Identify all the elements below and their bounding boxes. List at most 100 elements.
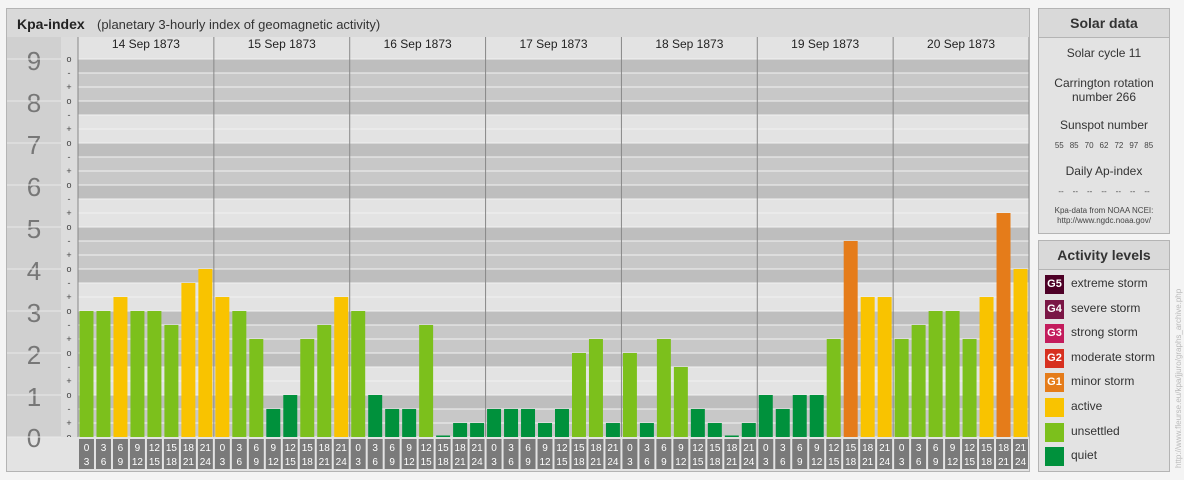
sub-tick-label: o: [66, 306, 71, 316]
sub-tick-label: +: [66, 166, 71, 176]
kp-bar: [538, 423, 552, 437]
interval-start-label: 9: [406, 443, 412, 454]
kp-bar: [894, 339, 909, 437]
sunspot-value: 55: [1054, 141, 1064, 150]
kp-bar: [792, 395, 807, 437]
interval-end-label: 18: [302, 457, 314, 468]
solar-data-panel: Solar data Solar cycle 11 Carrington rot…: [1038, 8, 1170, 234]
kp-bar: [181, 282, 196, 437]
interval-end-label: 12: [947, 457, 959, 468]
ap-value: --: [1072, 187, 1078, 196]
level-label: minor storm: [1071, 374, 1135, 389]
kp-bar: [707, 423, 722, 437]
carrington-line-1: Carrington rotation: [1054, 76, 1154, 90]
kp-bar: [79, 311, 94, 437]
interval-start-label: 3: [916, 443, 922, 454]
interval-end-label: 6: [916, 457, 922, 468]
level-swatch-g2: G2: [1045, 348, 1064, 368]
interval-start-label: 6: [797, 443, 803, 454]
level-label: active: [1071, 398, 1103, 413]
interval-start-label: 18: [726, 443, 738, 454]
interval-start-label: 15: [845, 443, 857, 454]
interval-start-label: 15: [981, 443, 993, 454]
interval-end-label: 15: [149, 457, 161, 468]
interval-end-label: 24: [336, 457, 348, 468]
interval-start-label: 3: [237, 443, 243, 454]
kp-bar: [809, 395, 824, 437]
kp-bar: [232, 311, 247, 437]
source-watermark: http://www.fleurse.eu/kpa/jjuro/graphs_a…: [1174, 288, 1183, 468]
kp-bar: [198, 269, 213, 437]
sub-tick-label: o: [66, 138, 71, 148]
sub-tick-label: +: [66, 418, 71, 428]
interval-end-label: 12: [404, 457, 416, 468]
interval-end-label: 12: [539, 457, 551, 468]
sub-tick-label: -: [68, 110, 71, 120]
level-strong-storm: G3 strong storm: [1039, 321, 1169, 346]
interval-end-label: 18: [573, 457, 585, 468]
kp-bar: [215, 297, 230, 437]
day-label: 15 Sep 1873: [248, 37, 316, 51]
kp-bar: [113, 297, 128, 437]
level-label: strong storm: [1071, 325, 1138, 340]
kp-bar: [555, 408, 569, 437]
kp-bar: [996, 213, 1011, 437]
sub-tick-label: +: [66, 334, 71, 344]
interval-end-label: 3: [627, 457, 633, 468]
interval-start-label: 0: [627, 443, 633, 454]
sub-tick-label: +: [66, 124, 71, 134]
kp-bar: [588, 339, 603, 437]
kp-bar: [300, 339, 315, 437]
interval-start-label: 9: [814, 443, 820, 454]
interval-end-label: 9: [661, 457, 667, 468]
level-label: extreme storm: [1071, 276, 1148, 290]
interval-start-label: 18: [998, 443, 1010, 454]
interval-start-label: 21: [879, 443, 891, 454]
level-active: active: [1039, 395, 1169, 420]
level-minor-storm: G1 minor storm: [1039, 370, 1169, 395]
kp-bar: [317, 324, 332, 437]
kp-bar: [130, 311, 145, 437]
interval-start-label: 6: [661, 443, 667, 454]
interval-start-label: 9: [271, 443, 277, 454]
ap-value: --: [1101, 187, 1107, 196]
y-tick-label: 4: [27, 256, 41, 286]
level-swatch-g1: G1: [1045, 373, 1064, 393]
interval-end-label: 9: [118, 457, 124, 468]
sub-tick-label: o: [66, 348, 71, 358]
interval-end-label: 9: [389, 457, 395, 468]
interval-end-label: 12: [675, 457, 687, 468]
interval-end-label: 24: [1015, 457, 1027, 468]
interval-start-label: 15: [302, 443, 314, 454]
interval-end-label: 21: [455, 457, 467, 468]
interval-end-label: 6: [237, 457, 243, 468]
sunspot-value: 70: [1084, 141, 1094, 150]
interval-end-label: 6: [644, 457, 650, 468]
ap-label: Daily Ap-index: [1065, 164, 1143, 178]
interval-start-label: 6: [254, 443, 260, 454]
sunspot-value: 85: [1144, 141, 1154, 150]
kp-bar: [639, 423, 654, 437]
sub-tick-label: +: [66, 250, 71, 260]
level-swatch-active: [1045, 397, 1064, 417]
y-tick-label: 3: [27, 298, 41, 328]
interval-end-label: 9: [797, 457, 803, 468]
sub-tick-label: +: [66, 82, 71, 92]
interval-end-label: 6: [780, 457, 786, 468]
day-label: 16 Sep 1873: [384, 37, 452, 51]
sub-tick-label: o: [66, 180, 71, 190]
interval-start-label: 15: [166, 443, 178, 454]
level-severe-storm: G4 severe storm: [1039, 297, 1169, 322]
kp-bar: [860, 297, 875, 437]
level-swatch-g3: G3: [1045, 324, 1064, 344]
day-label: 14 Sep 1873: [112, 37, 180, 51]
sub-tick-label: o: [66, 264, 71, 274]
interval-end-label: 3: [84, 457, 90, 468]
interval-end-label: 18: [166, 457, 178, 468]
interval-start-label: 18: [590, 443, 602, 454]
level-label: unsettled: [1071, 423, 1120, 438]
kp-bar: [724, 435, 739, 437]
source-link[interactable]: http://www.ngdc.noaa.gov/: [1039, 216, 1169, 226]
interval-start-label: 6: [933, 443, 939, 454]
kp-bar: [758, 395, 773, 437]
